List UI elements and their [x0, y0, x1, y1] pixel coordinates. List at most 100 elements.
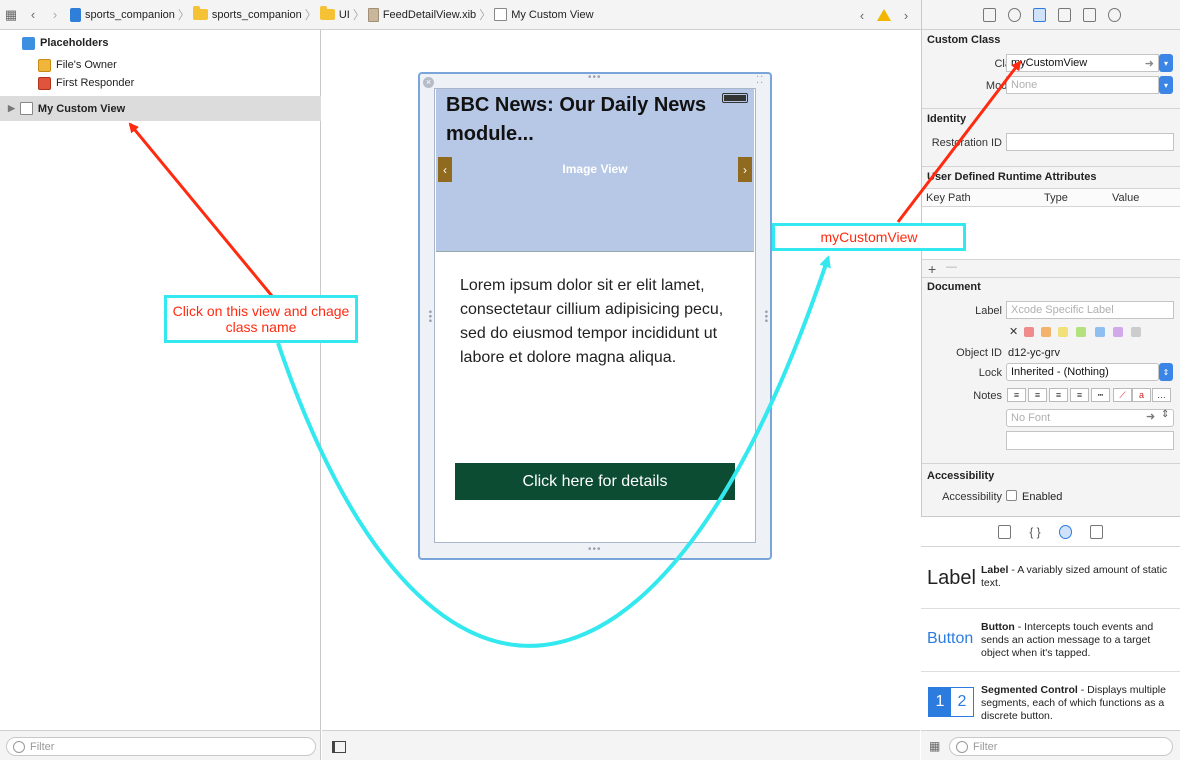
accessibility-title: Accessibility — [927, 470, 995, 482]
help-icon[interactable] — [1007, 7, 1021, 22]
news-title-label[interactable]: BBC News: Our Daily News module... — [446, 91, 726, 149]
outline-files-owner[interactable]: File's Owner — [0, 55, 321, 75]
module-dropdown-icon[interactable]: ▾ — [1159, 76, 1173, 94]
align-right-icon[interactable]: ≡ — [1049, 388, 1068, 402]
segmented-control-object-icon: 1 2 — [928, 687, 974, 717]
object-library: { } Label Label - A variably sized amoun… — [921, 516, 1180, 730]
back-arrow-icon[interactable]: ‹ — [22, 4, 44, 26]
divider — [922, 463, 1180, 464]
next-issue-icon[interactable]: › — [895, 4, 917, 26]
breadcrumb-file[interactable]: FeedDetailView.xib — [367, 7, 476, 22]
folder-icon — [319, 6, 335, 20]
lock-select[interactable]: Inherited - (Nothing) — [1006, 363, 1159, 381]
font-stepper-icon[interactable]: ⇕ — [1161, 409, 1169, 420]
arrow-circle-icon[interactable]: ➜ — [1145, 57, 1154, 70]
swatch-gray[interactable] — [1131, 327, 1141, 337]
custom-class-title: Custom Class — [927, 34, 1001, 46]
notes-text-area[interactable] — [1006, 431, 1174, 450]
resize-handle-icon[interactable]: ⁚⁚ — [756, 75, 764, 86]
details-button[interactable]: Click here for details — [455, 463, 735, 500]
outline-placeholders[interactable]: Placeholders — [0, 33, 321, 53]
resize-handle-icon[interactable]: ••• — [588, 544, 602, 555]
type-column[interactable]: Type — [1044, 192, 1068, 204]
swatch-green[interactable] — [1076, 327, 1086, 337]
connections-inspector-icon[interactable] — [1107, 7, 1121, 22]
align-justify-icon[interactable]: ≡ — [1070, 388, 1089, 402]
document-label-label: Label — [975, 305, 1002, 317]
resize-handle-icon[interactable]: ••• — [760, 310, 771, 324]
value-column[interactable]: Value — [1112, 192, 1139, 204]
more-options-icon[interactable]: … — [1152, 388, 1171, 402]
swatch-orange[interactable] — [1041, 327, 1051, 337]
previous-arrow-button[interactable]: ‹ — [438, 157, 452, 182]
warning-icon[interactable] — [877, 9, 891, 21]
breadcrumb-separator-icon: 〉 — [177, 8, 190, 22]
clear-color-icon[interactable]: ✕ — [1009, 325, 1018, 338]
align-left-icon[interactable]: ≡ — [1007, 388, 1026, 402]
font-arrow-icon[interactable]: ➜ — [1146, 410, 1155, 423]
close-icon[interactable]: × — [423, 77, 434, 88]
grid-view-icon[interactable]: ▦ — [929, 739, 940, 753]
breadcrumb-folder[interactable]: sports_companion — [192, 6, 302, 21]
inspector-tabs — [922, 0, 1180, 30]
restoration-id-field[interactable] — [1006, 133, 1174, 151]
grid-icon[interactable]: ▦ — [0, 4, 22, 26]
no-color-icon[interactable]: ⟋ — [1113, 388, 1132, 402]
xcode-label-field[interactable]: Xcode Specific Label — [1006, 301, 1174, 319]
jump-bar-right: ‹ › — [851, 4, 917, 26]
swatch-yellow[interactable] — [1058, 327, 1068, 337]
filter-icon — [13, 740, 25, 753]
outline-filter-input[interactable]: Filter — [6, 737, 316, 756]
swatch-purple[interactable] — [1113, 327, 1123, 337]
image-view-label: Image View — [562, 162, 628, 176]
code-snippet-icon[interactable]: { } — [1029, 525, 1040, 539]
swatch-red[interactable] — [1024, 327, 1034, 337]
breadcrumb-view[interactable]: My Custom View — [494, 8, 594, 21]
folder-icon — [192, 6, 208, 20]
restoration-id-label: Restoration ID — [931, 137, 1002, 149]
module-field[interactable]: None — [1006, 76, 1159, 94]
media-library-icon[interactable] — [1089, 524, 1103, 539]
library-item-description: Label - A variably sized amount of stati… — [981, 564, 1168, 589]
lock-dropdown-icon[interactable]: ⇕ — [1159, 363, 1173, 381]
outline-toggle-icon[interactable] — [332, 741, 346, 753]
swatch-blue[interactable] — [1095, 327, 1105, 337]
library-item-button[interactable]: Button Button - Intercepts touch events … — [921, 609, 1180, 672]
outline-first-responder[interactable]: First Responder — [0, 73, 321, 93]
remove-attribute-button[interactable]: — — [946, 261, 957, 273]
add-attribute-button[interactable]: + — [928, 261, 936, 277]
notes-label: Notes — [973, 390, 1002, 402]
forward-arrow-icon[interactable]: › — [44, 4, 66, 26]
next-arrow-button[interactable]: › — [738, 157, 752, 182]
files-owner-icon — [38, 58, 51, 72]
library-filter-input[interactable]: Filter — [949, 737, 1173, 756]
breadcrumb-ui-folder[interactable]: UI — [319, 6, 350, 21]
button-object-icon: Button — [927, 630, 974, 647]
library-item-description: Segmented Control - Displays multiple se… — [981, 684, 1166, 722]
object-library-icon[interactable] — [1058, 524, 1072, 539]
annotation-class-name: myCustomView — [772, 223, 966, 251]
breadcrumb-project[interactable]: sports_companion — [70, 7, 175, 22]
identity-inspector-icon[interactable] — [1032, 7, 1046, 22]
class-dropdown-icon[interactable]: ▾ — [1159, 54, 1173, 72]
resize-handle-icon[interactable]: ••• — [588, 72, 602, 83]
align-center-icon[interactable]: ≡ — [1028, 388, 1047, 402]
previous-issue-icon[interactable]: ‹ — [851, 4, 873, 26]
enabled-label: Enabled — [1022, 491, 1063, 503]
accessibility-enabled-checkbox[interactable] — [1006, 490, 1017, 501]
align-natural-icon[interactable]: ┅ — [1091, 388, 1110, 402]
key-path-column[interactable]: Key Path — [926, 192, 971, 204]
attributes-inspector-icon[interactable] — [1057, 7, 1071, 22]
file-inspector-icon[interactable] — [982, 7, 996, 22]
library-item-segmented-control[interactable]: 1 2 Segmented Control - Displays multipl… — [921, 672, 1180, 731]
filter-icon — [956, 740, 968, 753]
library-item-label[interactable]: Label Label - A variably sized amount of… — [921, 547, 1180, 609]
class-field[interactable]: myCustomView ➜ — [1006, 54, 1159, 72]
outline-my-custom-view[interactable]: ▶ My Custom View — [0, 96, 321, 121]
object-id-value: d12-yc-grv — [1008, 347, 1060, 359]
disclosure-triangle-icon[interactable]: ▶ — [8, 103, 15, 114]
size-inspector-icon[interactable] — [1082, 7, 1096, 22]
text-color-icon[interactable]: a — [1132, 388, 1151, 402]
file-template-icon[interactable] — [998, 524, 1012, 539]
body-text-label[interactable]: Lorem ipsum dolor sit er elit lamet, con… — [460, 274, 740, 370]
